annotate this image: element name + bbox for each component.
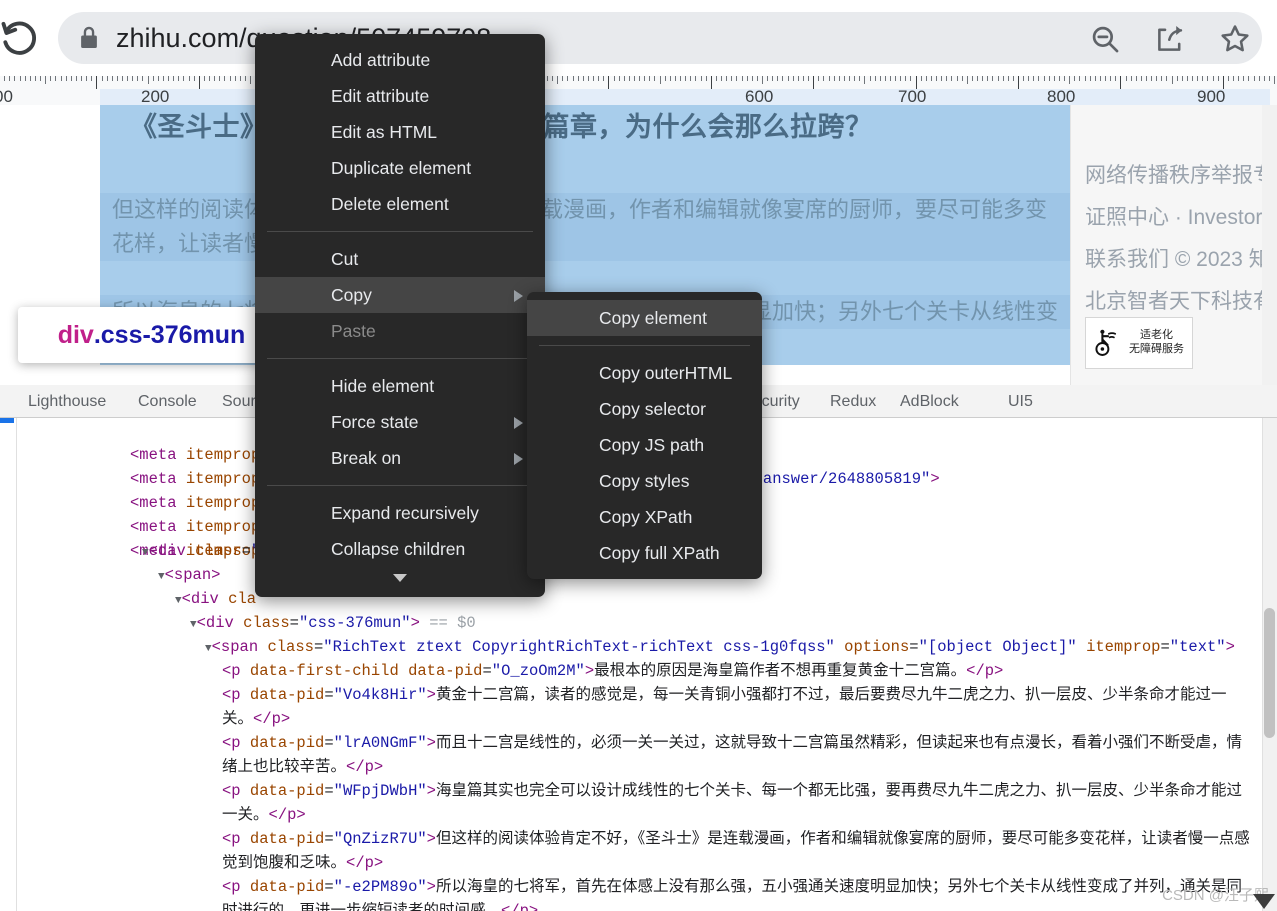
menu-item-break-on[interactable]: Break on bbox=[255, 440, 545, 476]
ruler-label: 900 bbox=[1197, 87, 1226, 105]
copy-item-copy-selector[interactable]: Copy selector bbox=[527, 391, 762, 427]
menu-item-add-attribute[interactable]: Add attribute bbox=[255, 42, 545, 78]
tab-adblock[interactable]: AdBlock bbox=[900, 385, 959, 418]
dom-row-url-fragment: 39/answer/2648805819"> bbox=[735, 470, 940, 488]
corner-caret-icon bbox=[1253, 894, 1275, 909]
page-scrollbar[interactable] bbox=[1262, 105, 1277, 385]
copy-submenu[interactable]: Copy element Copy outerHTML Copy selector C… bbox=[527, 292, 762, 579]
menu-item-cut[interactable]: Cut bbox=[255, 241, 545, 277]
tooltip-class-name: .css-376mun bbox=[93, 320, 246, 349]
chevron-right-icon bbox=[514, 453, 523, 465]
share-icon[interactable] bbox=[1153, 22, 1187, 56]
context-menu[interactable]: Add attribute Edit attribute Edit as HTML D… bbox=[255, 34, 545, 597]
sidebar-link-credentials[interactable]: 证照中心 · Investor Relations bbox=[1085, 201, 1277, 231]
panel-accent-bar bbox=[0, 418, 14, 423]
element-inspect-tooltip: div .css-376mun bbox=[18, 307, 285, 363]
reload-icon[interactable] bbox=[0, 18, 42, 62]
ruler-label: 00 bbox=[0, 87, 13, 105]
sidebar-link-report[interactable]: 网络传播秩序举报专区 bbox=[1085, 159, 1277, 189]
sidebar-company-name: 北京智者天下科技有限公司 bbox=[1085, 290, 1277, 313]
copy-item-copy-js-path[interactable]: Copy JS path bbox=[527, 427, 762, 463]
dom-row[interactable]: ▼<span class="RichText ztext CopyrightRi… bbox=[205, 635, 1262, 661]
tab-ui5[interactable]: UI5 bbox=[1008, 385, 1033, 418]
menu-item-force-state[interactable]: Force state bbox=[255, 404, 545, 440]
copy-item-copy-xpath[interactable]: Copy XPath bbox=[527, 499, 762, 535]
dom-row-paragraph[interactable]: <p data-pid="QnZizR7U">但这样的阅读体验肯定不好，《圣斗士… bbox=[222, 827, 1257, 875]
menu-scroll-down-icon[interactable] bbox=[255, 567, 545, 589]
menu-separator bbox=[539, 345, 750, 346]
chevron-right-icon bbox=[514, 290, 523, 302]
copy-item-copy-styles[interactable]: Copy styles bbox=[527, 463, 762, 499]
address-bar[interactable]: zhihu.com/question/507459798 bbox=[58, 12, 1262, 64]
ruler-label: 600 bbox=[745, 87, 774, 105]
accessibility-icon bbox=[1092, 325, 1124, 362]
devtools-scrollbar-track[interactable] bbox=[1262, 418, 1277, 911]
copy-item-copy-outerhtml[interactable]: Copy outerHTML bbox=[527, 355, 762, 391]
accessibility-line2: 无障碍服务 bbox=[1129, 343, 1184, 355]
ruler-ticks bbox=[0, 76, 1277, 89]
dom-row-paragraph[interactable]: <p data-pid="lrA0NGmF">而且十二宫是线性的，必须一关一关过… bbox=[222, 731, 1257, 779]
dom-row-paragraph[interactable]: <p data-pid="-e2PM89o">所以海皇的七将军，首先在体感上没有… bbox=[222, 875, 1257, 911]
tab-redux[interactable]: Redux bbox=[830, 385, 876, 418]
menu-item-collapse-children[interactable]: Collapse children bbox=[255, 531, 545, 567]
dom-row-paragraph[interactable]: <p data-pid="Vo4k8Hir">黄金十二宫篇，读者的感觉是，每一关… bbox=[222, 683, 1257, 731]
lock-icon bbox=[74, 23, 104, 53]
menu-item-delete-element[interactable]: Delete element bbox=[255, 186, 545, 222]
accessibility-line1: 适老化 bbox=[1140, 329, 1173, 342]
accessibility-badge-text: 适老化 无障碍服务 bbox=[1129, 329, 1184, 357]
menu-separator bbox=[267, 358, 533, 359]
menu-item-hide-element[interactable]: Hide element bbox=[255, 368, 545, 404]
ruler-label: 800 bbox=[1047, 87, 1076, 105]
menu-item-copy[interactable]: Copy bbox=[255, 277, 545, 313]
dom-row-paragraph[interactable]: <p data-pid="WFpjDWbH">海皇篇其实也完全可以设计成线性的七… bbox=[222, 779, 1257, 827]
menu-item-duplicate-element[interactable]: Duplicate element bbox=[255, 150, 545, 186]
bookmark-star-icon[interactable] bbox=[1218, 22, 1252, 56]
menu-separator bbox=[267, 231, 533, 232]
sidebar-link-contact[interactable]: 联系我们 © 2023 知乎 bbox=[1085, 243, 1277, 273]
menu-item-expand-recursively[interactable]: Expand recursively bbox=[255, 495, 545, 531]
ruler-label: 700 bbox=[898, 87, 927, 105]
accessibility-badge[interactable]: 适老化 无障碍服务 bbox=[1085, 317, 1193, 369]
dom-row-paragraph[interactable]: <p data-first-child data-pid="O_zoOm2M">… bbox=[222, 659, 1257, 683]
devtools-ruler: 00200500600700800900 bbox=[0, 76, 1277, 105]
menu-item-paste: Paste bbox=[331, 321, 376, 341]
menu-item-edit-as-html[interactable]: Edit as HTML bbox=[255, 114, 545, 150]
copy-item-copy-element[interactable]: Copy element bbox=[527, 300, 762, 336]
tooltip-tag-name: div bbox=[57, 320, 94, 349]
tab-lighthouse[interactable]: Lighthouse bbox=[28, 385, 106, 418]
menu-separator bbox=[267, 485, 533, 486]
tab-console[interactable]: Console bbox=[138, 385, 197, 418]
menu-item-edit-attribute[interactable]: Edit attribute bbox=[255, 78, 545, 114]
dom-tree-gutter bbox=[16, 418, 17, 911]
devtools-scrollbar-thumb[interactable] bbox=[1264, 608, 1275, 738]
ruler-label: 200 bbox=[141, 87, 170, 105]
chevron-right-icon bbox=[514, 417, 523, 429]
browser-toolbar: zhihu.com/question/507459798 bbox=[0, 0, 1277, 76]
dom-row-selected[interactable]: ▼<div class="css-376mun"> == $0 bbox=[190, 611, 1262, 637]
zoom-out-icon[interactable] bbox=[1088, 22, 1122, 56]
copy-item-copy-full-xpath[interactable]: Copy full XPath bbox=[527, 535, 762, 571]
